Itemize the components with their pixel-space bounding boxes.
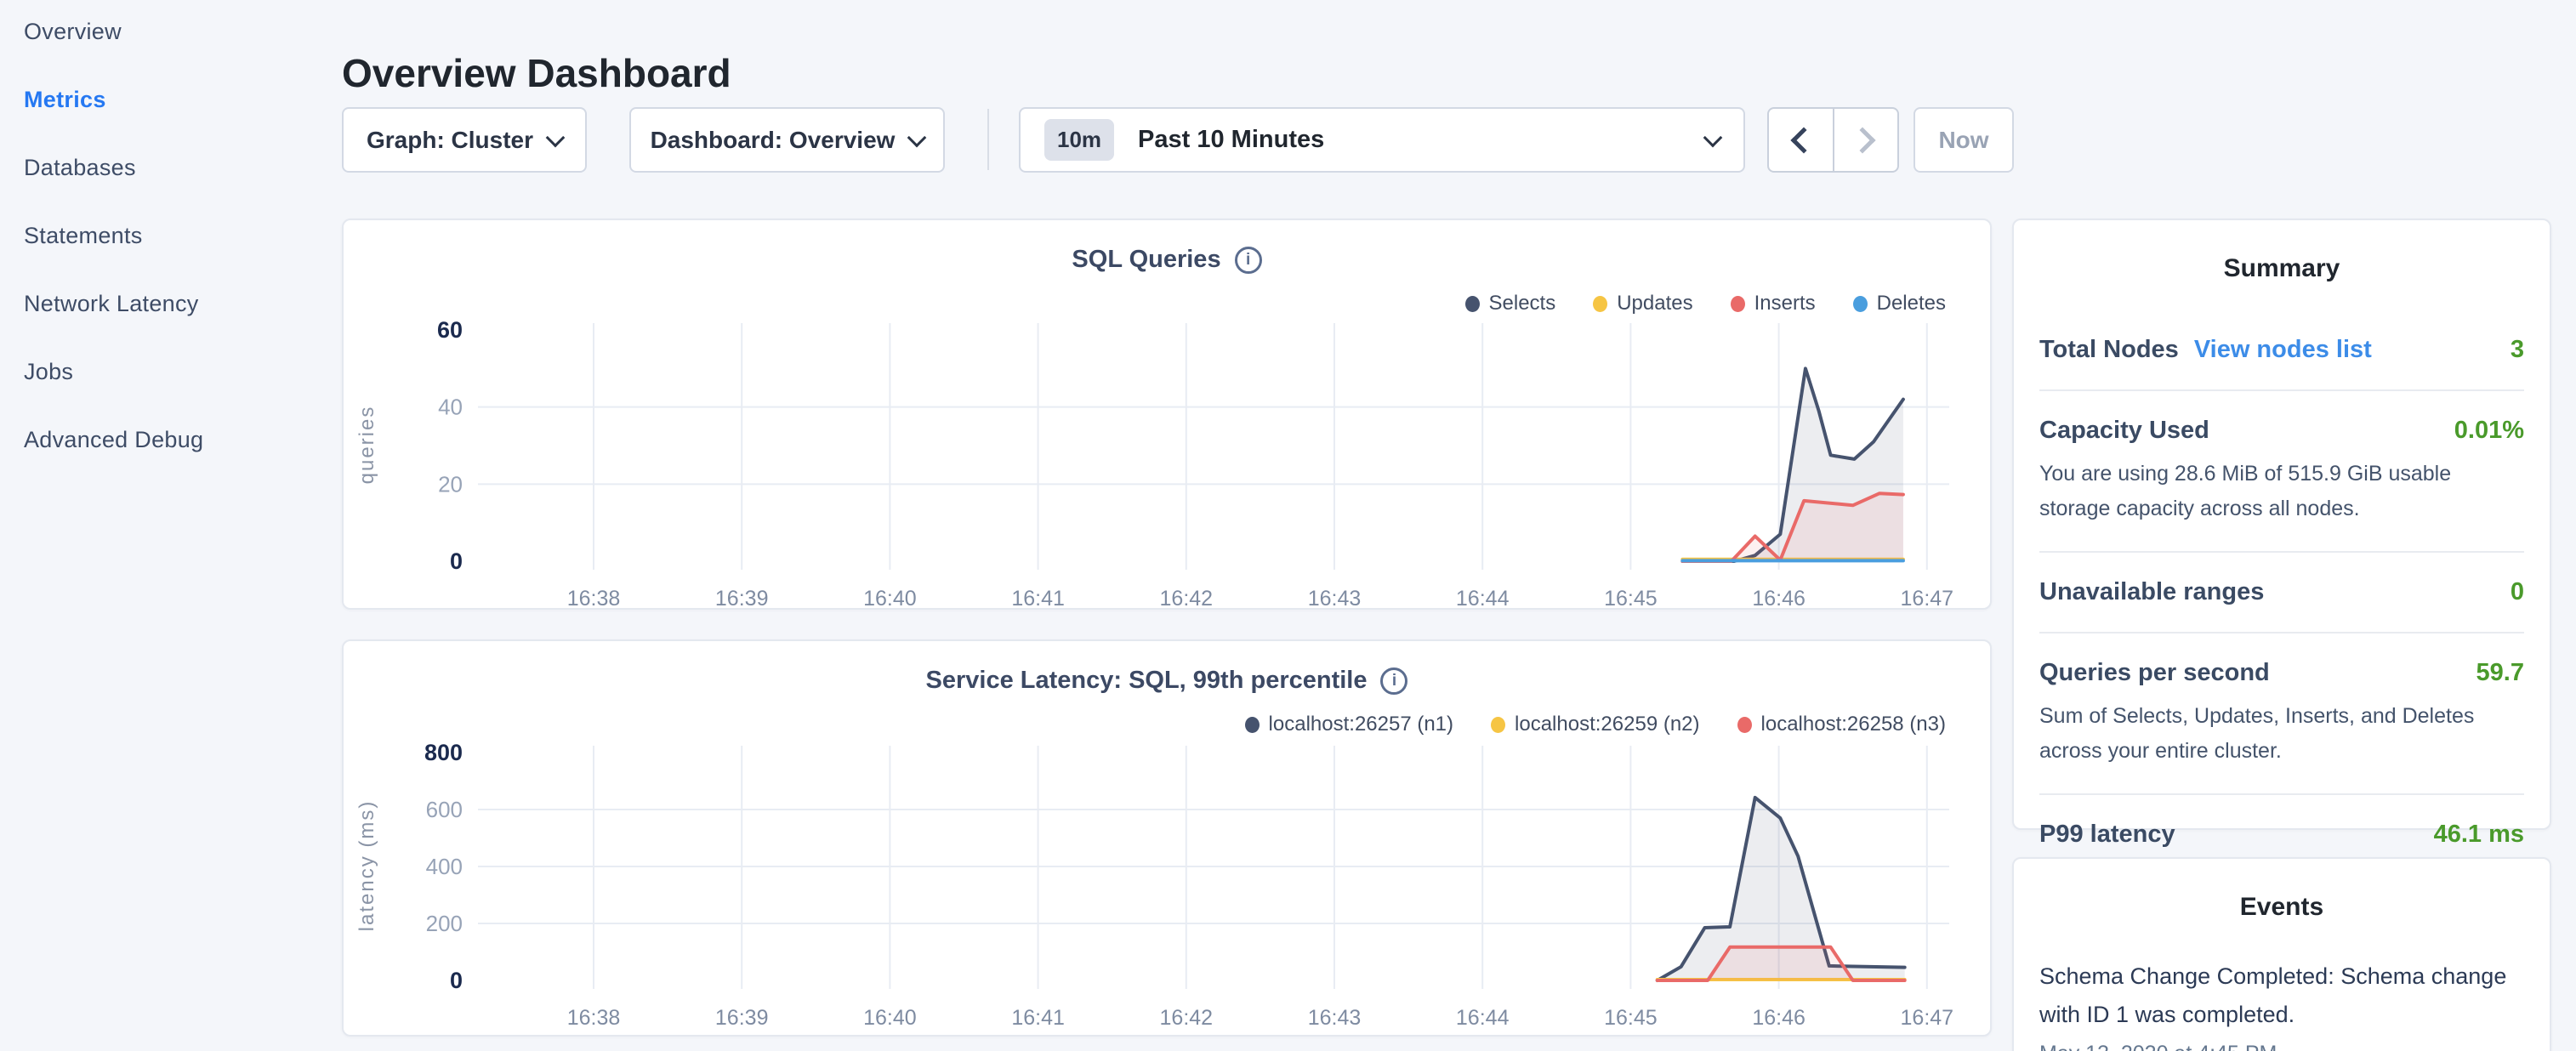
events-title: Events [2014, 893, 2550, 922]
svg-text:16:41: 16:41 [1011, 1006, 1065, 1030]
service-latency-chart-card: Service Latency: SQL, 99th percentile i … [342, 639, 1992, 1037]
svg-text:16:40: 16:40 [863, 587, 917, 611]
svg-text:16:44: 16:44 [1456, 587, 1510, 611]
chevron-down-icon [1703, 128, 1723, 147]
summary-row-p99: P99 latency 46.1 ms [2039, 821, 2524, 849]
qps-subtext: Sum of Selects, Updates, Inserts, and De… [2039, 699, 2524, 768]
svg-text:600: 600 [426, 797, 463, 822]
svg-text:16:43: 16:43 [1308, 587, 1362, 611]
db-console-page: Overview Metrics Databases Statements Ne… [0, 0, 2576, 1051]
total-nodes-value: 3 [2511, 336, 2524, 364]
unavailable-ranges-value: 0 [2511, 578, 2524, 606]
sql-queries-chart-card: SQL Queries i SelectsUpdatesInsertsDelet… [342, 219, 1992, 610]
summary-body: Total Nodes View nodes list 3 Capacity Us… [2014, 336, 2550, 849]
svg-text:16:44: 16:44 [1456, 1006, 1510, 1030]
chevron-left-icon [1791, 127, 1817, 153]
view-nodes-list-link[interactable]: View nodes list [2194, 336, 2372, 363]
time-range-dropdown[interactable]: 10m Past 10 Minutes [1019, 107, 1745, 173]
svg-text:40: 40 [438, 395, 463, 420]
event-item-text[interactable]: Schema Change Completed: Schema change w… [2039, 957, 2524, 1035]
svg-text:200: 200 [426, 911, 463, 936]
time-step-buttons [1767, 107, 1899, 173]
svg-text:0: 0 [450, 968, 463, 993]
now-button[interactable]: Now [1914, 107, 2014, 173]
svg-text:16:45: 16:45 [1604, 587, 1658, 611]
svg-text:16:41: 16:41 [1011, 587, 1065, 611]
svg-text:60: 60 [437, 317, 463, 343]
divider [2039, 793, 2524, 795]
svg-text:16:45: 16:45 [1604, 1006, 1658, 1030]
now-button-label: Now [1938, 127, 1988, 154]
summary-row-label: Total Nodes View nodes list [2039, 336, 2372, 364]
svg-text:800: 800 [424, 740, 463, 765]
svg-text:16:39: 16:39 [715, 587, 769, 611]
time-step-back-button[interactable] [1769, 109, 1833, 171]
event-item-date: May 13, 2020 at 4:45 PM [2039, 1042, 2524, 1051]
chevron-down-icon [907, 128, 927, 147]
summary-row-total-nodes: Total Nodes View nodes list 3 [2039, 336, 2524, 364]
summary-panel: Summary Total Nodes View nodes list 3 Cap… [2012, 219, 2551, 830]
svg-text:16:46: 16:46 [1752, 587, 1805, 611]
total-nodes-label: Total Nodes [2039, 336, 2179, 363]
summary-row-unavailable-ranges: Unavailable ranges 0 [2039, 578, 2524, 606]
toolbar-divider [987, 109, 989, 170]
sql-queries-plot: 16:38 16:39 16:40 16:41 16:42 16:43 16:44 16:45… [344, 220, 1993, 611]
svg-text:20: 20 [438, 471, 463, 497]
graph-scope-dropdown[interactable]: Graph: Cluster [342, 107, 587, 173]
svg-text:16:47: 16:47 [1901, 1006, 1954, 1030]
chevron-down-icon [546, 128, 566, 147]
service-latency-plot: 16:38 16:39 16:40 16:41 16:42 16:43 16:44 16:45… [344, 641, 1993, 1038]
svg-text:16:46: 16:46 [1752, 1006, 1805, 1030]
summary-row-capacity: Capacity Used 0.01% [2039, 417, 2524, 445]
sidebar-nav: Overview Metrics Databases Statements Ne… [24, 20, 203, 452]
svg-text:16:42: 16:42 [1160, 587, 1214, 611]
sidebar-item-jobs[interactable]: Jobs [24, 360, 203, 383]
divider [2039, 389, 2524, 391]
sidebar-item-advanced-debug[interactable]: Advanced Debug [24, 428, 203, 452]
events-panel: Events Schema Change Completed: Schema c… [2012, 857, 2551, 1051]
p99-latency-value: 46.1 ms [2434, 821, 2524, 849]
svg-text:16:39: 16:39 [715, 1006, 769, 1030]
dashboard-label: Dashboard: Overview [651, 127, 896, 154]
sidebar-item-network-latency[interactable]: Network Latency [24, 292, 203, 315]
summary-title: Summary [2014, 254, 2550, 283]
svg-text:16:38: 16:38 [567, 1006, 621, 1030]
svg-text:16:43: 16:43 [1308, 1006, 1362, 1030]
svg-text:16:42: 16:42 [1160, 1006, 1214, 1030]
dashboard-dropdown[interactable]: Dashboard: Overview [629, 107, 945, 173]
svg-text:400: 400 [426, 854, 463, 879]
svg-text:16:47: 16:47 [1901, 587, 1954, 611]
page-title: Overview Dashboard [342, 50, 731, 96]
time-range-badge: 10m [1044, 119, 1114, 161]
time-range-label: Past 10 Minutes [1138, 126, 1324, 154]
sidebar-item-statements[interactable]: Statements [24, 224, 203, 247]
svg-text:16:40: 16:40 [863, 1006, 917, 1030]
capacity-used-label: Capacity Used [2039, 417, 2209, 445]
divider [2039, 551, 2524, 553]
qps-value: 59.7 [2476, 659, 2524, 687]
capacity-used-value: 0.01% [2454, 417, 2524, 445]
summary-row-qps: Queries per second 59.7 [2039, 659, 2524, 687]
divider [2039, 632, 2524, 633]
sidebar-item-metrics[interactable]: Metrics [24, 88, 203, 111]
time-step-forward-button[interactable] [1833, 109, 1898, 171]
graph-scope-label: Graph: Cluster [367, 127, 533, 154]
p99-latency-label: P99 latency [2039, 821, 2175, 849]
svg-text:0: 0 [450, 548, 463, 574]
chevron-right-icon [1849, 127, 1875, 153]
capacity-used-subtext: You are using 28.6 MiB of 515.9 GiB usab… [2039, 457, 2524, 526]
svg-text:16:38: 16:38 [567, 587, 621, 611]
sidebar-item-databases[interactable]: Databases [24, 156, 203, 179]
qps-label: Queries per second [2039, 659, 2270, 687]
events-body: Schema Change Completed: Schema change w… [2014, 957, 2550, 1051]
unavailable-ranges-label: Unavailable ranges [2039, 578, 2264, 606]
sidebar-item-overview[interactable]: Overview [24, 20, 203, 43]
